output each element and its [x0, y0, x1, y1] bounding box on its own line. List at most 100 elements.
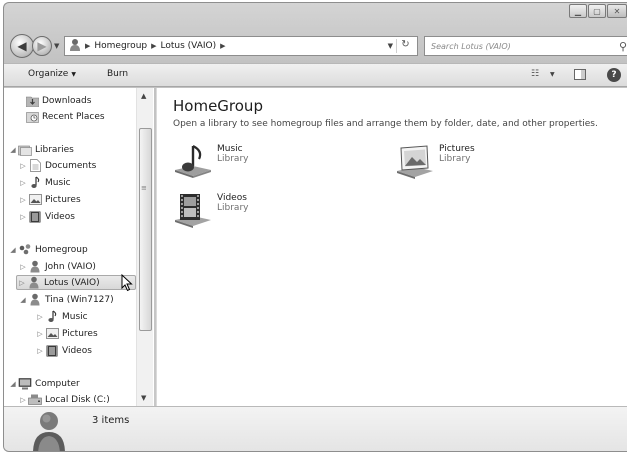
breadcrumb-homegroup[interactable]: Homegroup [94, 41, 147, 51]
nav-item-pictures[interactable]: ▷ Pictures [18, 192, 81, 207]
nav-label: Downloads [42, 95, 92, 106]
maximize-button[interactable]: ▢ [588, 4, 606, 18]
breadcrumb-separator-icon[interactable]: ▶ [220, 42, 225, 50]
nav-item-tina-music[interactable]: ▷ Music [35, 309, 88, 324]
address-history-dropdown[interactable]: ▼ [388, 42, 393, 50]
expanded-arrow-icon[interactable]: ◢ [18, 296, 28, 304]
title-bar: ▁ ▢ ✕ [4, 3, 627, 29]
collapsed-arrow-icon[interactable]: ▷ [18, 162, 28, 170]
videos-library-icon [171, 189, 215, 229]
collapsed-arrow-icon[interactable]: ▷ [18, 396, 28, 404]
expanded-arrow-icon[interactable]: ◢ [8, 146, 18, 154]
nav-label: Documents [45, 160, 97, 171]
pictures-icon [45, 327, 59, 340]
view-options-dropdown[interactable]: ▼ [550, 71, 555, 78]
organize-label: Organize [28, 69, 69, 79]
nav-item-videos[interactable]: ▷ Videos [18, 209, 75, 224]
nav-label: Videos [45, 211, 75, 222]
refresh-icon[interactable]: ↻ [396, 39, 414, 53]
nav-item-recent-places[interactable]: Recent Places [25, 109, 105, 124]
caption-buttons: ▁ ▢ ✕ [568, 4, 627, 18]
nav-item-john[interactable]: ▷ John (VAIO) [18, 259, 96, 274]
collapsed-arrow-icon[interactable]: ▷ [17, 279, 27, 287]
collapsed-arrow-icon[interactable]: ▷ [18, 213, 28, 221]
nav-item-documents[interactable]: ▷ Documents [18, 158, 96, 173]
music-note-icon [45, 310, 59, 323]
burn-button[interactable]: Burn [107, 69, 128, 79]
navigation-pane: Downloads Recent Places ◢ Libraries ▷ Do… [4, 88, 154, 406]
nav-label: Lotus (VAIO) [44, 277, 100, 288]
close-button[interactable]: ✕ [607, 4, 627, 18]
arrow-left-icon: ◀ [17, 39, 27, 53]
nav-label: Recent Places [42, 111, 105, 122]
back-button[interactable]: ◀ [10, 34, 34, 58]
collapsed-arrow-icon[interactable]: ▷ [18, 196, 28, 204]
pictures-library-icon [393, 140, 437, 180]
organize-button[interactable]: Organize ▼ [28, 69, 76, 79]
nav-scrollbar[interactable]: ▲ ≡ ▼ [136, 88, 153, 406]
homegroup-icon [18, 243, 32, 256]
music-library-icon [171, 140, 215, 180]
nav-label: Tina (Win7127) [45, 294, 114, 305]
nav-item-downloads[interactable]: Downloads [25, 93, 91, 108]
collapsed-arrow-icon[interactable]: ▷ [18, 263, 28, 271]
command-bar: Organize ▼ Burn ☷ ▼ ? [4, 63, 627, 87]
help-icon[interactable]: ? [607, 68, 621, 82]
homegroup-user-icon [69, 38, 81, 55]
nav-item-lotus[interactable]: ▷ Lotus (VAIO) [16, 275, 136, 290]
scrollbar-thumb[interactable] [139, 128, 152, 331]
library-kind: Library [439, 154, 471, 164]
library-tile-videos[interactable]: Videos Library [171, 189, 248, 229]
collapsed-arrow-icon[interactable]: ▷ [35, 330, 45, 338]
nav-item-tina-videos[interactable]: ▷ Videos [35, 343, 92, 358]
breadcrumb-lotus[interactable]: Lotus (VAIO) [161, 41, 217, 51]
explorer-window: ▁ ▢ ✕ ◀ ▶ ▼ ▶ Homegroup ▶ Lotus (VAIO) ▶… [3, 2, 627, 452]
nav-label: Music [45, 177, 71, 188]
breadcrumb-separator-icon[interactable]: ▶ [85, 42, 90, 50]
item-count: 3 items [92, 415, 130, 426]
nav-item-libraries[interactable]: ◢ Libraries [8, 142, 74, 157]
nav-item-local-disk[interactable]: ▷ Local Disk (C:) [18, 392, 110, 406]
recent-pages-dropdown[interactable]: ▼ [54, 42, 59, 50]
address-bar[interactable]: ▶ Homegroup ▶ Lotus (VAIO) ▶ ▼ ↻ [64, 36, 418, 56]
nav-label: Music [62, 311, 88, 322]
homegroup-user-icon [30, 409, 68, 451]
minimize-button[interactable]: ▁ [569, 4, 587, 18]
nav-item-homegroup[interactable]: ◢ Homegroup [8, 242, 88, 257]
nav-label: Homegroup [35, 244, 88, 255]
nav-item-computer[interactable]: ◢ Computer [8, 376, 80, 391]
library-name: Music [217, 144, 243, 154]
nav-label: Computer [35, 378, 80, 389]
search-box[interactable]: ⚲ [424, 36, 627, 56]
nav-item-tina[interactable]: ◢ Tina (Win7127) [18, 292, 114, 307]
nav-label: Local Disk (C:) [45, 394, 110, 405]
details-pane: 3 items [4, 406, 627, 451]
change-view-icon[interactable]: ☷ [531, 69, 539, 79]
nav-item-tina-pictures[interactable]: ▷ Pictures [35, 326, 98, 341]
user-icon [28, 293, 42, 306]
computer-icon [18, 377, 32, 390]
expanded-arrow-icon[interactable]: ◢ [8, 246, 18, 254]
search-input[interactable] [431, 41, 601, 51]
breadcrumb-separator-icon[interactable]: ▶ [151, 42, 156, 50]
collapsed-arrow-icon[interactable]: ▷ [35, 347, 45, 355]
expanded-arrow-icon[interactable]: ◢ [8, 380, 18, 388]
address-row: ◀ ▶ ▼ ▶ Homegroup ▶ Lotus (VAIO) ▶ ▼ ↻ ⚲ [4, 33, 627, 61]
library-tile-pictures[interactable]: Pictures Library [393, 140, 475, 180]
downloads-folder-icon [25, 94, 39, 107]
scroll-down-icon[interactable]: ▼ [141, 394, 146, 402]
library-tile-music[interactable]: Music Library [171, 140, 248, 180]
nav-label: Libraries [35, 144, 74, 155]
scroll-up-icon[interactable]: ▲ [141, 92, 146, 100]
preview-pane-icon[interactable] [574, 69, 586, 80]
collapsed-arrow-icon[interactable]: ▷ [18, 179, 28, 187]
library-kind: Library [217, 203, 249, 213]
nav-item-music[interactable]: ▷ Music [18, 175, 71, 190]
search-icon[interactable]: ⚲ [619, 40, 627, 53]
collapsed-arrow-icon[interactable]: ▷ [35, 313, 45, 321]
arrow-right-icon: ▶ [37, 39, 47, 53]
library-name: Pictures [439, 144, 475, 154]
forward-button[interactable]: ▶ [32, 36, 52, 56]
mouse-cursor-icon [121, 273, 133, 295]
chevron-down-icon: ▼ [71, 71, 76, 78]
